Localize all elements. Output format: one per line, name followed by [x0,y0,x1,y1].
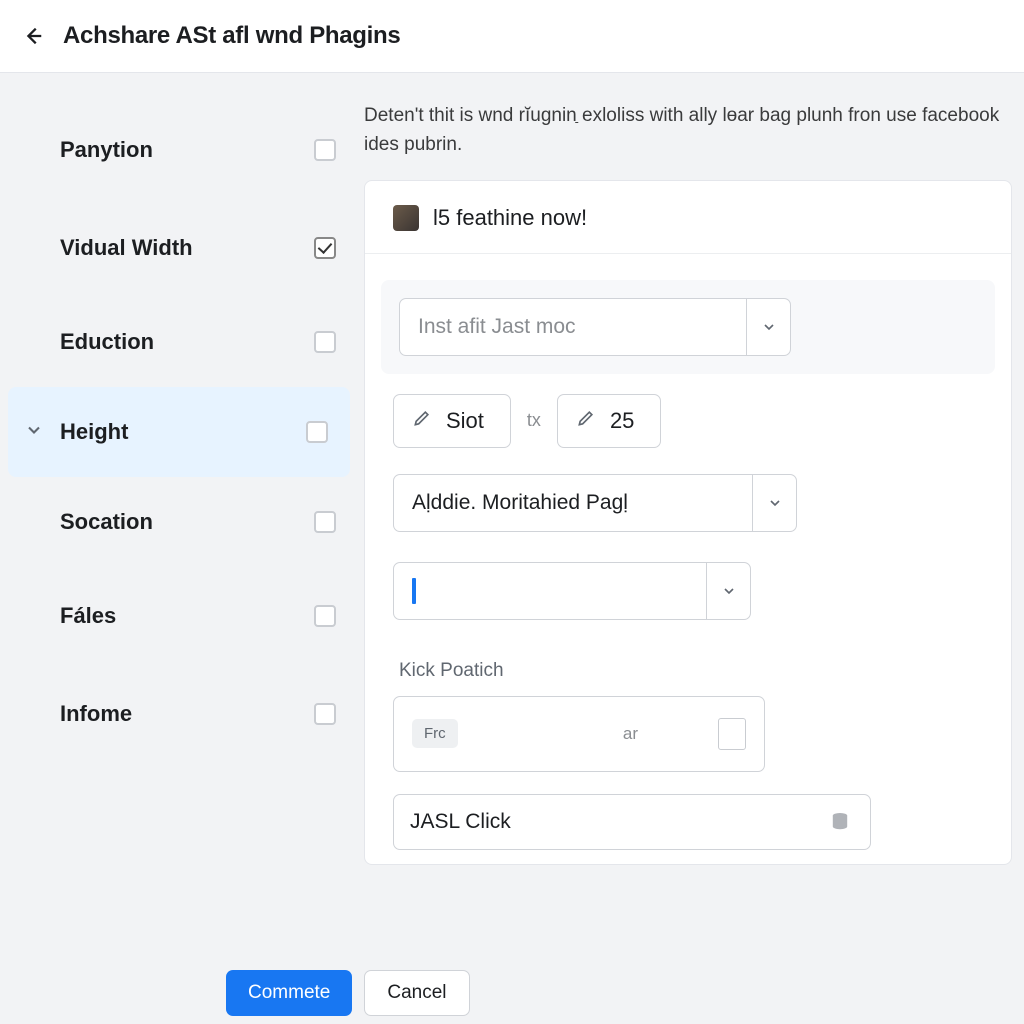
avatar [393,205,419,231]
select-placeholder: Inst afit Jast moc [400,315,746,339]
kick-poatich-field[interactable]: Frc ar [393,696,765,772]
pill-label: Siot [446,408,484,434]
checkbox[interactable] [314,605,336,627]
commete-button[interactable]: Commete [226,970,352,1016]
database-icon [824,806,856,838]
sidebar-item-infome[interactable]: Infome [0,665,358,763]
pill-value: 25 [610,408,634,434]
sidebar-item-label: Fáles [60,603,314,629]
select-inst-afit[interactable]: Inst afit Jast moc [399,298,791,356]
select-empty[interactable] [393,562,751,620]
tx-label: tx [527,410,541,431]
header: Achshare ASt afl wnd Phagins [0,0,1024,73]
select-addie[interactable]: Aḷddie. Moritahied Pagḷ [393,474,797,532]
row-siot: Siot tx 25 [393,394,983,448]
sidebar: Panytion Vidual Width Eduction Height So… [0,73,358,865]
pencil-icon [576,408,596,434]
sidebar-item-label: Height [60,419,306,445]
chip-frc[interactable]: Frc [412,719,458,748]
chevron-down-icon [752,475,796,531]
sidebar-item-label: Panytion [60,137,314,163]
sidebar-item-height[interactable]: Height [8,387,350,477]
card-header-text: l5 feathine now! [433,205,587,231]
settings-card: l5 feathine now! Inst afit Jast moc Siot… [364,180,1012,865]
pill-25[interactable]: 25 [557,394,661,448]
card-header: l5 feathine now! [365,181,1011,254]
sidebar-item-label: Vidual Width [60,235,314,261]
card-body: Inst afit Jast moc Siot tx 25 [365,254,1011,864]
sidebar-item-socation[interactable]: Socation [0,477,358,567]
checkbox[interactable] [314,139,336,161]
chevron-down-icon [746,299,790,355]
select-value: Aḷddie. Moritahied Pagḷ [394,491,752,515]
jasl-text: JASL Click [410,810,824,834]
main: Deten't thit is wnd rĭugninַ exloliss wi… [358,73,1024,865]
ar-text: ar [623,724,638,744]
pencil-icon [412,408,432,434]
sidebar-item-vidual-width[interactable]: Vidual Width [0,199,358,297]
sidebar-item-eduction[interactable]: Eduction [0,297,358,387]
square-toggle[interactable] [718,718,746,750]
sidebar-item-fales[interactable]: Fáles [0,567,358,665]
description-text: Deten't thit is wnd rĭugninַ exloliss wi… [364,101,1012,160]
checkbox[interactable] [306,421,328,443]
sidebar-item-label: Eduction [60,329,314,355]
chevron-down-icon [24,420,44,445]
field-group: Inst afit Jast moc [381,280,995,374]
text-caret [412,578,416,604]
checkbox[interactable] [314,331,336,353]
sidebar-item-panytion[interactable]: Panytion [0,101,358,199]
checkbox[interactable] [314,511,336,533]
jasl-click-field[interactable]: JASL Click [393,794,871,850]
checkbox[interactable] [314,703,336,725]
sidebar-item-label: Infome [60,701,314,727]
footer: Commete Cancel [0,954,1024,1024]
checkbox[interactable] [314,237,336,259]
back-button[interactable] [15,18,51,54]
content: Panytion Vidual Width Eduction Height So… [0,73,1024,865]
arrow-left-icon [22,25,44,47]
pill-siot[interactable]: Siot [393,394,511,448]
select-caret [394,578,706,604]
chevron-down-icon [706,563,750,619]
cancel-button[interactable]: Cancel [364,970,469,1016]
sidebar-item-label: Socation [60,509,314,535]
page-title: Achshare ASt afl wnd Phagins [63,22,400,50]
kick-poatich-label: Kick Poatich [393,660,983,682]
